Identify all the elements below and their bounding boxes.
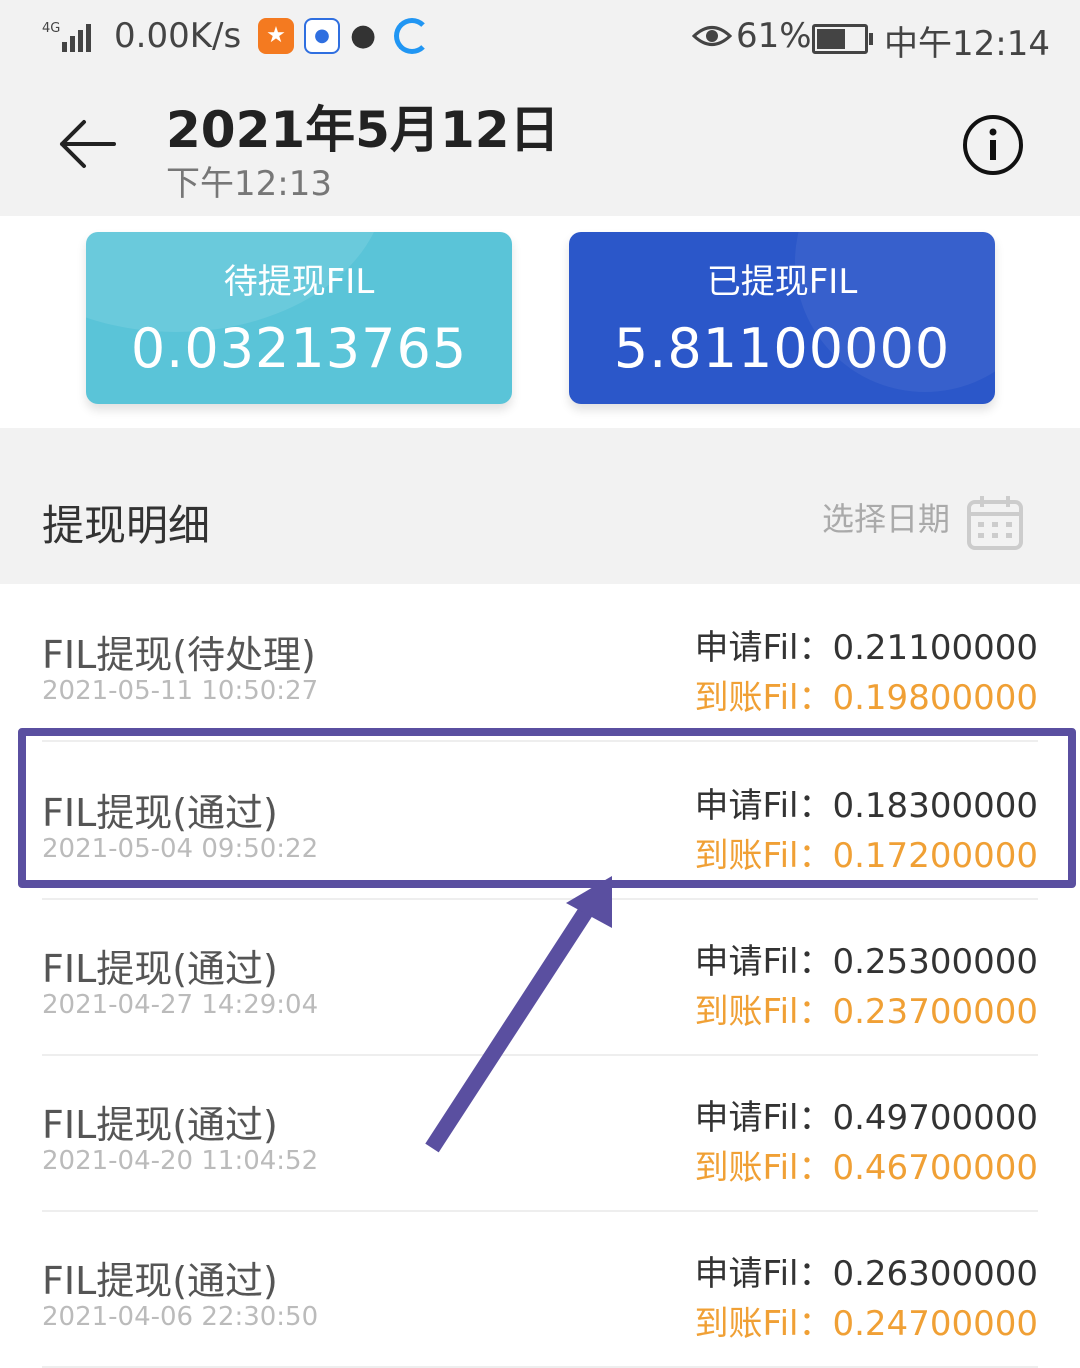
record-time: 2021-05-11 10:50:27 xyxy=(42,676,319,706)
record-received-amount: 到账Fil：0.23700000 xyxy=(694,992,1038,1032)
uc-browser-icon: ★ xyxy=(258,18,294,54)
record-time: 2021-04-06 22:30:50 xyxy=(42,1302,319,1332)
record-title: FIL提现(通过) xyxy=(42,1103,278,1147)
app-header: 2021年5月12日 下午12:13 xyxy=(0,76,1080,216)
status-bar: 4G 0.00K/s ★ ● ● 61% 中午12:14 xyxy=(0,0,1080,76)
section-header: 提现明细 选择日期 xyxy=(0,428,1080,584)
record-time: 2021-05-04 09:50:22 xyxy=(42,834,319,864)
back-arrow-icon[interactable] xyxy=(56,112,120,176)
withdrawn-fil-value: 5.81100000 xyxy=(613,317,951,380)
list-item[interactable]: FIL提现(通过) 2021-04-20 11:04:52 申请Fil：0.49… xyxy=(42,1054,1038,1212)
withdrawn-fil-label: 已提现FIL xyxy=(706,262,858,302)
record-time: 2021-04-27 14:29:04 xyxy=(42,990,319,1020)
section-title: 提现明细 xyxy=(42,501,211,550)
record-received-amount: 到账Fil：0.24700000 xyxy=(694,1304,1038,1344)
signal-icon: 4G xyxy=(42,18,98,65)
record-apply-amount: 申请Fil：0.25300000 xyxy=(694,942,1038,982)
calendar-icon[interactable] xyxy=(966,494,1024,552)
record-title: FIL提现(通过) xyxy=(42,947,278,991)
baidu-icon: ● xyxy=(304,18,340,54)
record-received-amount: 到账Fil：0.46700000 xyxy=(694,1148,1038,1188)
record-title: FIL提现(待处理) xyxy=(42,633,316,677)
qq-browser-icon xyxy=(394,18,430,54)
record-title: FIL提现(通过) xyxy=(42,1259,278,1303)
pending-fil-value: 0.03213765 xyxy=(130,317,468,380)
date-picker-label[interactable]: 选择日期 xyxy=(822,494,950,540)
withdrawn-fil-card[interactable]: 已提现FIL 5.81100000 xyxy=(569,232,995,404)
record-apply-amount: 申请Fil：0.18300000 xyxy=(694,786,1038,826)
list-item[interactable]: FIL提现(通过) 2021-05-04 09:50:22 申请Fil：0.18… xyxy=(42,742,1038,900)
battery-icon xyxy=(812,24,873,54)
page-title: 2021年5月12日 xyxy=(166,101,560,159)
record-apply-amount: 申请Fil：0.49700000 xyxy=(694,1098,1038,1138)
record-received-amount: 到账Fil：0.17200000 xyxy=(694,836,1038,876)
record-apply-amount: 申请Fil：0.21100000 xyxy=(694,628,1038,668)
pending-fil-card[interactable]: 待提现FIL 0.03213765 xyxy=(86,232,512,404)
page-subtitle: 下午12:13 xyxy=(166,164,332,204)
status-time: 中午12:14 xyxy=(884,24,1050,64)
list-item[interactable]: FIL提现(通过) 2021-04-06 22:30:50 申请Fil：0.26… xyxy=(42,1210,1038,1368)
record-title: FIL提现(通过) xyxy=(42,791,278,835)
pending-fil-label: 待提现FIL xyxy=(223,262,375,302)
list-item[interactable]: FIL提现(通过) 2021-04-27 14:29:04 申请Fil：0.25… xyxy=(42,898,1038,1056)
summary-cards: 待提现FIL 0.03213765 已提现FIL 5.81100000 xyxy=(0,216,1080,428)
svg-text:4G: 4G xyxy=(42,21,60,36)
record-time: 2021-04-20 11:04:52 xyxy=(42,1146,319,1176)
list-item[interactable]: FIL提现(待处理) 2021-05-11 10:50:27 申请Fil：0.2… xyxy=(42,584,1038,742)
info-icon[interactable] xyxy=(962,114,1024,176)
record-received-amount: 到账Fil：0.19800000 xyxy=(694,678,1038,718)
wechat-icon: ● xyxy=(350,18,377,53)
record-apply-amount: 申请Fil：0.26300000 xyxy=(694,1254,1038,1294)
eye-comfort-icon xyxy=(691,20,733,60)
net-speed: 0.00K/s xyxy=(114,16,242,56)
battery-percent: 61% xyxy=(736,16,812,56)
